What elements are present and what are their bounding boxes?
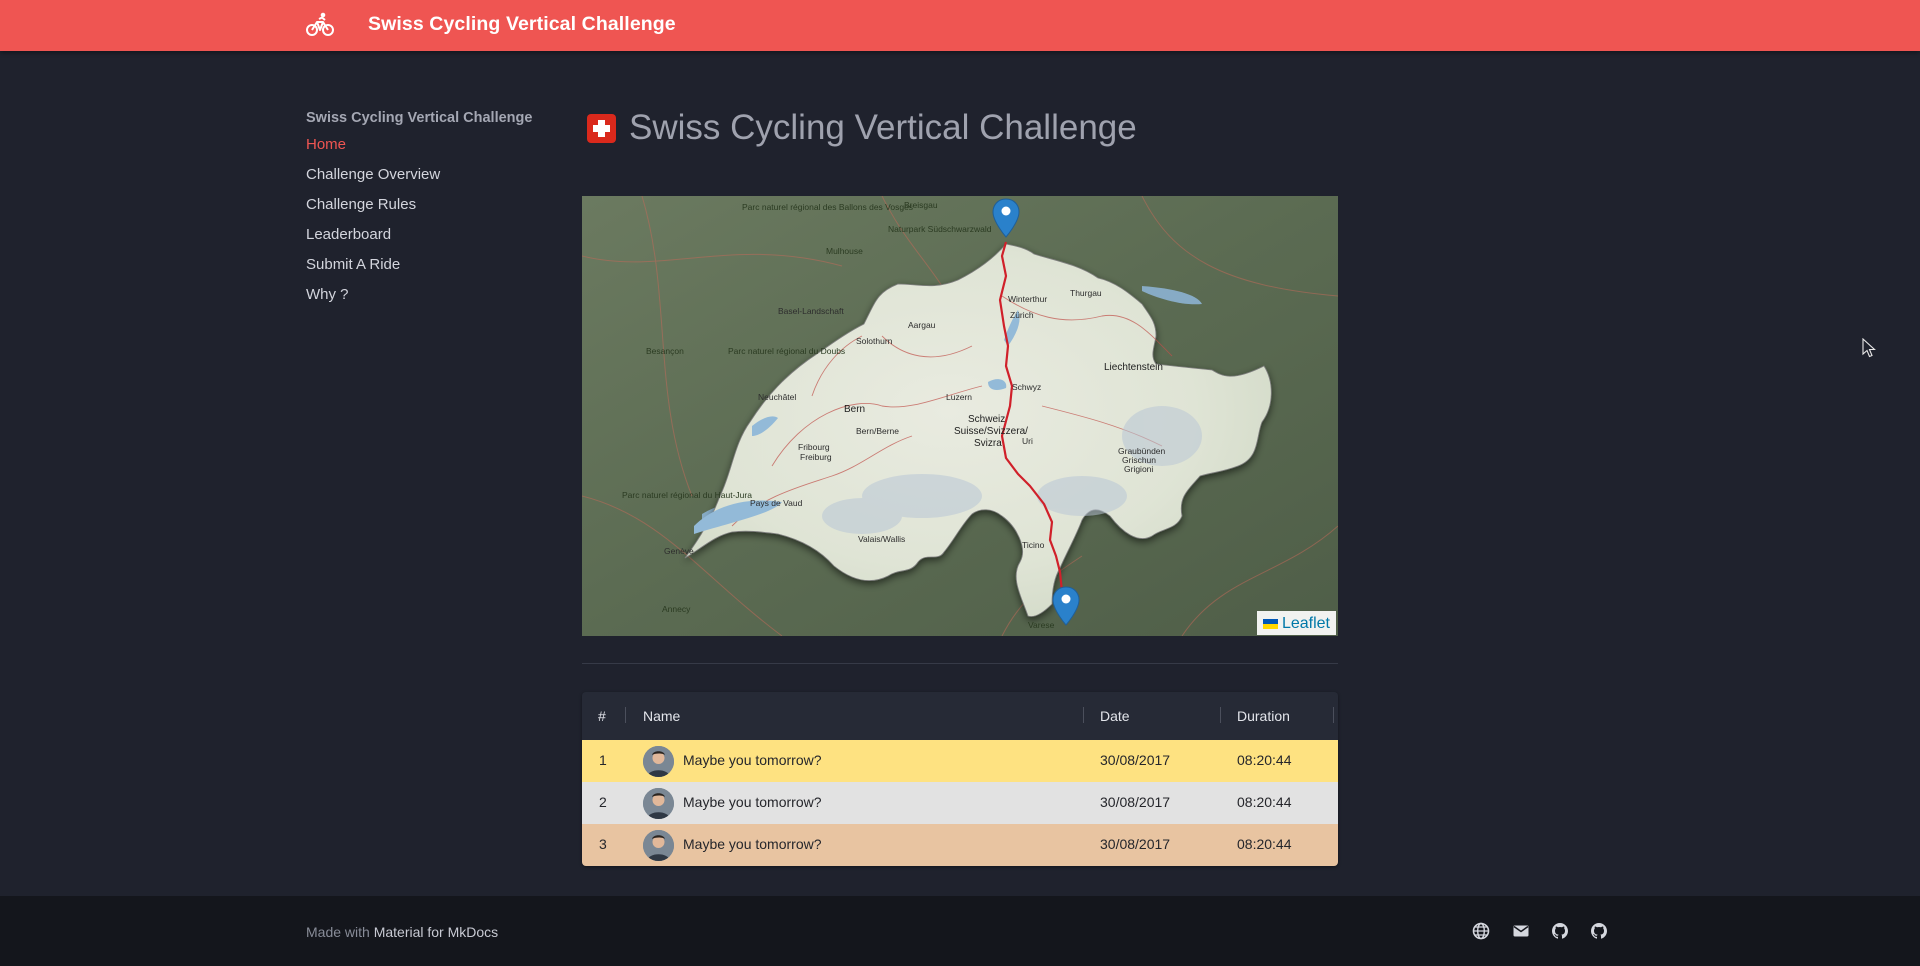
map-label-schwyz: Schwyz [1012, 382, 1042, 392]
row-date: 30/08/2017 [1100, 752, 1171, 768]
mouse-cursor-icon [1862, 338, 1876, 358]
row-duration: 08:20:44 [1237, 794, 1292, 810]
map-label-vaud: Pays de Vaud [750, 498, 803, 508]
row-rank: 2 [599, 794, 607, 810]
map-label-breisgau: Breisgau [904, 200, 938, 210]
column-rank[interactable]: # [598, 708, 606, 724]
row-date: 30/08/2017 [1100, 836, 1171, 852]
sidebar-title: Swiss Cycling Vertical Challenge [306, 110, 533, 126]
route-map[interactable]: Bern Schweiz Suisse/Svizzera/ Svizra Lie… [582, 196, 1338, 636]
column-name[interactable]: Name [643, 708, 680, 724]
column-duration[interactable]: Duration [1237, 708, 1290, 724]
column-separator [1333, 707, 1334, 723]
mail-icon[interactable] [1512, 922, 1530, 940]
start-marker[interactable] [992, 198, 1020, 238]
row-date: 30/08/2017 [1100, 794, 1171, 810]
map-label-neuchatel: Neuchâtel [758, 392, 797, 402]
row-name[interactable]: Maybe you tomorrow? [683, 836, 822, 852]
map-label-geneve: Genève [664, 546, 694, 556]
row-rank: 3 [599, 836, 607, 852]
top-header: Swiss Cycling Vertical Challenge [0, 0, 1920, 51]
map-label-jura: Parc naturel régional du Haut-Jura [622, 490, 752, 500]
footer-credit-link[interactable]: Material for MkDocs [374, 924, 498, 940]
map-label-annecy: Annecy [662, 604, 691, 614]
table-row[interactable]: 3 Maybe you tomorrow? 30/08/2017 08:20:4… [582, 824, 1338, 866]
row-name[interactable]: Maybe you tomorrow? [683, 752, 822, 768]
map-label-basel: Basel-Landschaft [778, 306, 844, 316]
map-label-bern-berne: Bern/Berne [856, 426, 899, 436]
map-label-luzern: Luzern [946, 392, 972, 402]
map-label-doubs: Parc naturel régional du Doubs [728, 346, 846, 356]
sidebar-item-challenge-overview[interactable]: Challenge Overview [306, 165, 546, 195]
map-label-ticino: Ticino [1022, 540, 1045, 550]
footer-credit: Made with Material for MkDocs [306, 924, 498, 940]
github-icon[interactable] [1551, 922, 1569, 940]
map-label-naturpark: Naturpark Südschwarzwald [888, 224, 992, 234]
avatar[interactable] [643, 830, 674, 861]
map-label-schweiz: Schweiz [968, 414, 1006, 425]
map-label-svizra: Svizra [974, 438, 1002, 449]
sidebar-nav: Swiss Cycling Vertical Challenge Home Ch… [306, 110, 546, 315]
sidebar-item-challenge-rules[interactable]: Challenge Rules [306, 195, 546, 225]
leaflet-attribution[interactable]: Leaflet [1256, 611, 1336, 635]
sidebar-item-why[interactable]: Why ? [306, 285, 546, 315]
map-label-winterthur: Winterthur [1008, 294, 1048, 304]
map-label-suisse: Suisse/Svizzera/ [954, 426, 1028, 437]
column-separator [1220, 707, 1221, 723]
map-label-valais: Valais/Wallis [858, 534, 906, 544]
page-footer: Made with Material for MkDocs [0, 896, 1920, 966]
map-label-mulhouse: Mulhouse [826, 246, 863, 256]
column-date[interactable]: Date [1100, 708, 1130, 724]
map-label-aargau: Aargau [908, 320, 936, 330]
leaderboard-table: # Name Date Duration 1 Maybe you tomorro… [582, 692, 1338, 866]
table-row[interactable]: 1 Maybe you tomorrow? 30/08/2017 08:20:4… [582, 740, 1338, 782]
row-duration: 08:20:44 [1237, 752, 1292, 768]
bicycle-icon[interactable] [306, 11, 334, 39]
map-label-thurgau: Thurgau [1070, 288, 1102, 298]
map-label-varese: Varese [1028, 620, 1055, 630]
map-label-bern: Bern [844, 404, 866, 415]
row-duration: 08:20:44 [1237, 836, 1292, 852]
leaflet-attribution-link[interactable]: Leaflet [1282, 615, 1330, 633]
footer-credit-prefix: Made with [306, 924, 370, 940]
table-row[interactable]: 2 Maybe you tomorrow? 30/08/2017 08:20:4… [582, 782, 1338, 824]
swiss-flag-icon [587, 114, 616, 143]
sidebar-item-home[interactable]: Home [306, 135, 546, 165]
map-label-besancon: Besançon [646, 346, 684, 356]
end-marker[interactable] [1052, 586, 1080, 626]
row-name[interactable]: Maybe you tomorrow? [683, 794, 822, 810]
map-label-freiburg: Freiburg [800, 452, 832, 462]
avatar[interactable] [643, 746, 674, 777]
map-terrain [582, 196, 1338, 636]
map-label-zurich: Zürich [1010, 310, 1034, 320]
row-rank: 1 [599, 752, 607, 768]
map-label-uri: Uri [1022, 436, 1033, 446]
globe-icon[interactable] [1472, 922, 1490, 940]
table-header: # Name Date Duration [582, 692, 1338, 740]
map-label-liechtenstein: Liechtenstein [1104, 362, 1163, 373]
header-title[interactable]: Swiss Cycling Vertical Challenge [368, 13, 676, 36]
sidebar-item-submit-a-ride[interactable]: Submit A Ride [306, 255, 546, 285]
map-label-solothurn: Solothurn [856, 336, 893, 346]
map-label-ballons: Parc naturel régional des Ballons des Vo… [742, 202, 914, 212]
avatar[interactable] [643, 788, 674, 819]
map-label-fribourg: Fribourg [798, 442, 830, 452]
ukraine-flag-icon [1262, 619, 1278, 629]
column-separator [625, 707, 626, 723]
page-title: Swiss Cycling Vertical Challenge [629, 108, 1137, 147]
column-separator [1083, 707, 1084, 723]
content-divider [582, 663, 1338, 664]
map-label-grigioni: Grigioni [1124, 464, 1154, 474]
sidebar-item-leaderboard[interactable]: Leaderboard [306, 225, 546, 255]
github-icon[interactable] [1590, 922, 1608, 940]
